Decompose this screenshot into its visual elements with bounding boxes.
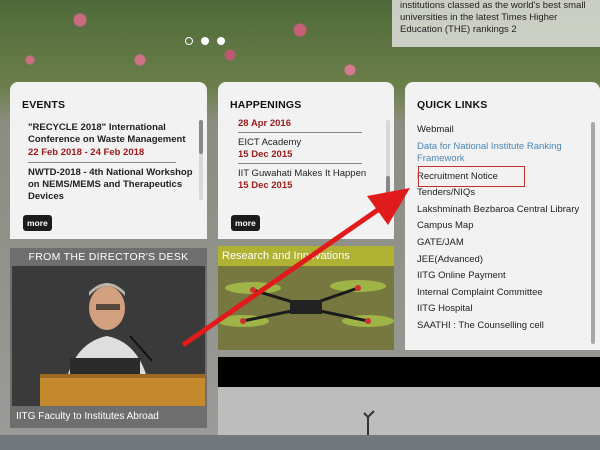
director-desk-title: FROM THE DIRECTOR'S DESK (28, 251, 189, 263)
events-scroll-thumb[interactable] (199, 120, 203, 154)
quick-links-list: Webmail Data for National Institute Rank… (417, 124, 587, 337)
carousel-dot-3[interactable] (217, 37, 225, 45)
quick-links-scroll-thumb[interactable] (591, 122, 595, 344)
happenings-scrollbar[interactable] (386, 120, 390, 200)
divider (238, 132, 362, 133)
carousel-dot-2[interactable] (201, 37, 209, 45)
event-date: 22 Feb 2018 - 24 Feb 2018 (28, 147, 145, 158)
quick-link-hospital[interactable]: IITG Hospital (417, 303, 587, 320)
happening-date: 15 Dec 2015 (238, 149, 293, 160)
drone-illustration (217, 266, 394, 350)
research-panel[interactable]: Research and Innovations (217, 246, 394, 350)
research-image (217, 266, 394, 350)
media-bar (218, 357, 600, 387)
happening-title[interactable]: EICT Academy (238, 137, 378, 149)
divider (28, 162, 176, 163)
events-title: EVENTS (22, 99, 66, 111)
carousel-dot-1[interactable] (185, 37, 193, 45)
recruitment-highlight-box (418, 166, 525, 187)
happenings-panel: HAPPENINGS 28 Apr 2016 EICT Academy 15 D… (218, 82, 394, 239)
happenings-more-button[interactable]: more (231, 215, 260, 231)
happening-date: 28 Apr 2016 (238, 118, 291, 129)
quick-links-title: QUICK LINKS (417, 99, 488, 111)
happening-title[interactable]: IIT Guwahati Makes It Happen (238, 168, 378, 180)
event-title[interactable]: NWTD-2018 - 4th National Workshop on NEM… (28, 167, 200, 203)
quick-link-online-payment[interactable]: IITG Online Payment (417, 270, 587, 287)
divider (238, 163, 362, 164)
quick-link-complaint-committee[interactable]: Internal Complaint Committee (417, 287, 587, 304)
event-title[interactable]: "RECYCLE 2018" International Conference … (28, 122, 200, 146)
carousel-dots (185, 37, 225, 45)
happening-date: 15 Dec 2015 (238, 180, 293, 191)
events-scrollbar[interactable] (199, 120, 203, 200)
event-item[interactable]: NWTD-2018 - 4th National Workshop on NEM… (28, 167, 200, 203)
events-panel: EVENTS "RECYCLE 2018" International Conf… (10, 82, 207, 239)
quick-links-panel: QUICK LINKS Webmail Data for National In… (405, 82, 600, 350)
quick-link-campus-map[interactable]: Campus Map (417, 220, 587, 237)
director-caption[interactable]: IITG Faculty to Institutes Abroad (16, 411, 159, 422)
quick-links-scrollbar[interactable] (591, 122, 595, 344)
happenings-title: HAPPENINGS (230, 99, 302, 111)
bottom-bar (0, 435, 600, 450)
hero-caption[interactable]: institutions classed as the world's best… (392, 0, 600, 47)
quick-link-webmail[interactable]: Webmail (417, 124, 587, 141)
quick-link-library[interactable]: Lakshminath Bezbaroa Central Library (417, 204, 587, 221)
quick-link-saathi[interactable]: SAATHI : The Counselling cell (417, 320, 587, 337)
event-item[interactable]: "RECYCLE 2018" International Conference … (28, 122, 200, 158)
research-title: Research and Innovations (222, 250, 350, 262)
gallery-image (218, 387, 600, 435)
events-more-button[interactable]: more (23, 215, 52, 231)
quick-link-tenders[interactable]: Tenders/NIQs (417, 187, 587, 204)
happenings-scroll-thumb[interactable] (386, 176, 390, 200)
director-desk-panel[interactable]: FROM THE DIRECTOR'S DESK IITG Faculty to… (10, 248, 207, 428)
director-photo (12, 266, 205, 406)
gallery-illustration (218, 387, 600, 435)
director-illustration (12, 266, 205, 406)
quick-link-gate-jam[interactable]: GATE/JAM (417, 237, 587, 254)
quick-link-jee-advanced[interactable]: JEE(Advanced) (417, 254, 587, 271)
